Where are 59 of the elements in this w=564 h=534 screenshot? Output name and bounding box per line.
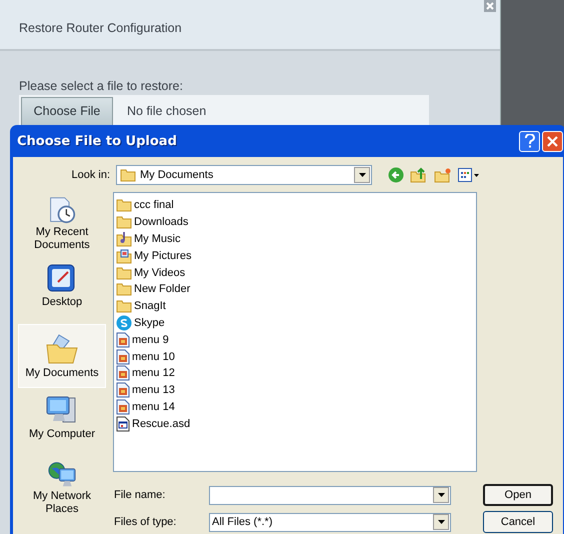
file-list-item[interactable]: menu 9 xyxy=(116,331,474,348)
choose-file-button[interactable]: Choose File xyxy=(21,96,113,126)
help-icon xyxy=(524,134,534,148)
file-list-item[interactable]: ccc final xyxy=(116,197,474,214)
image-file-icon xyxy=(116,348,130,365)
file-list-item[interactable]: New Folder xyxy=(116,280,474,298)
close-icon xyxy=(547,136,558,146)
folder-icon xyxy=(116,215,132,230)
dialog-title: Choose File to Upload xyxy=(17,134,178,148)
file-list-item[interactable]: My Music xyxy=(116,230,474,248)
dropdown-arrow-icon xyxy=(358,173,366,177)
file-list-item[interactable]: Downloads xyxy=(116,214,474,231)
image-file-icon xyxy=(116,398,130,415)
dialog-title: Restore Router Configuration xyxy=(19,20,182,34)
image-file-icon xyxy=(116,382,130,398)
file-list-item[interactable]: Rescue.asd xyxy=(116,415,474,432)
application-file-icon xyxy=(116,416,130,432)
file-status: No file chosen xyxy=(127,104,206,118)
places-item[interactable]: My Recent Documents xyxy=(18,192,106,256)
music-folder-icon xyxy=(116,230,132,247)
file-name-label: File name: xyxy=(114,489,166,501)
file-list-item[interactable]: Skype xyxy=(116,314,474,332)
folder-icon xyxy=(116,282,132,296)
file-list-item[interactable]: menu 12 xyxy=(116,364,474,382)
file-list-item[interactable]: menu 13 xyxy=(116,382,474,399)
file-list-item[interactable]: menu 14 xyxy=(116,398,474,416)
help-button[interactable] xyxy=(519,130,540,152)
close-button[interactable] xyxy=(542,130,563,152)
file-list-item[interactable]: menu 10 xyxy=(116,348,474,365)
prompt-text: Please select a file to restore: xyxy=(19,79,183,93)
dropdown-arrow-icon xyxy=(438,493,444,497)
new-folder-icon[interactable] xyxy=(434,167,452,183)
file-list-item[interactable]: My Videos xyxy=(116,264,474,281)
close-icon[interactable] xyxy=(484,0,496,12)
folder-icon xyxy=(116,198,132,212)
file-list-item[interactable]: My Pictures xyxy=(116,247,474,264)
dropdown-arrow-icon xyxy=(438,520,444,524)
look-in-label: Look in: xyxy=(70,169,111,181)
places-item[interactable]: My Computer xyxy=(18,390,106,454)
folder-icon xyxy=(116,299,132,314)
cancel-button[interactable]: Cancel xyxy=(483,511,553,533)
folder-icon xyxy=(116,266,132,280)
file-type-label: Files of type: xyxy=(114,516,178,528)
look-in-dropdown[interactable]: My Documents xyxy=(116,165,372,185)
places-item[interactable]: My Network Places xyxy=(18,456,106,520)
image-file-icon xyxy=(116,332,130,348)
file-type-dropdown[interactable]: All Files (*.*) xyxy=(209,512,451,532)
open-button[interactable]: Open xyxy=(483,484,553,506)
skype-icon xyxy=(116,314,132,331)
file-input[interactable]: Choose File No file chosen xyxy=(19,95,429,127)
file-list-item[interactable]: SnagIt xyxy=(116,298,474,315)
up-folder-icon[interactable] xyxy=(410,167,428,183)
places-item[interactable]: Desktop xyxy=(18,258,106,322)
view-menu-icon[interactable] xyxy=(458,168,480,182)
file-name-field[interactable] xyxy=(209,486,451,504)
image-file-icon xyxy=(116,365,130,382)
places-item[interactable]: My Documents xyxy=(18,324,106,388)
picture-folder-icon xyxy=(116,248,132,264)
back-icon[interactable] xyxy=(388,167,404,183)
